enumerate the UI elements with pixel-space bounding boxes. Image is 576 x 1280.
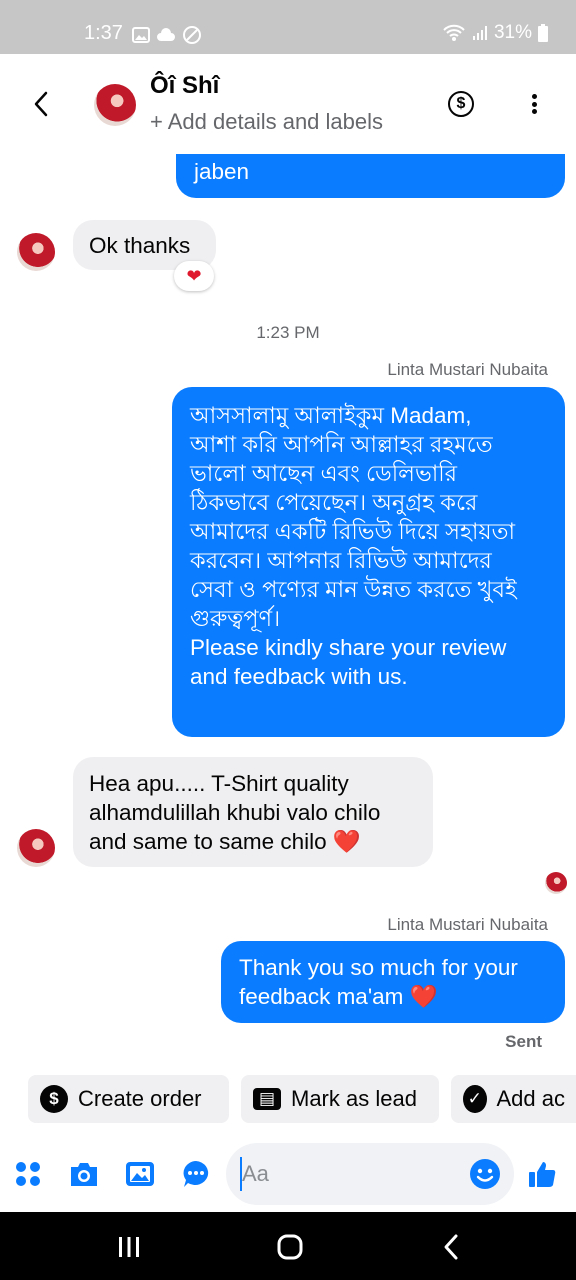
add-action-button[interactable]: ✓ Add ac (451, 1075, 576, 1123)
check-circle-icon: ✓ (463, 1085, 487, 1113)
dollar-icon: $ (456, 95, 466, 112)
recent-apps-icon (119, 1237, 139, 1257)
sender-name: Linta Mustari Nubaita (387, 915, 548, 934)
text-caret (240, 1157, 242, 1191)
gallery-notification-icon (132, 27, 150, 43)
wifi-icon (443, 24, 465, 41)
contact-avatar-small[interactable] (17, 829, 55, 867)
contact-avatar-small[interactable] (17, 233, 55, 271)
contact-name[interactable]: Ôî Shî (150, 72, 219, 100)
heart-reaction[interactable]: ❤ (174, 261, 214, 291)
notification-icons (132, 25, 202, 45)
payment-button[interactable]: $ (448, 91, 474, 117)
message-line: সেবা ও পণ্যের মান উন্নত করতে খুবই (190, 577, 517, 602)
status-time: 1:37 (84, 22, 123, 44)
message-line: feedback ma'am ❤️ (239, 984, 438, 1009)
message-line: ঠিকভাবে পেয়েছেন। অনুগ্রহ করে (190, 490, 478, 515)
create-order-button[interactable]: $ Create order (28, 1075, 229, 1123)
system-navigation-bar (0, 1212, 576, 1280)
chip-label: Mark as lead (291, 1086, 417, 1111)
message-line: Thank you so much for your (239, 955, 518, 980)
more-dot-icon (531, 101, 537, 107)
sender-name: Linta Mustari Nubaita (387, 360, 548, 379)
message-text: Ok thanks (89, 233, 191, 258)
message-list[interactable]: jaben Ok thanks ❤ 1:23 PM Linta Mustari … (0, 154, 576, 1060)
camera-icon (71, 1163, 97, 1186)
gallery-button[interactable] (124, 1158, 156, 1190)
smiley-icon (476, 1168, 494, 1182)
mark-as-lead-button[interactable]: ▤ Mark as lead (241, 1075, 439, 1123)
chat-bubble-dots-icon (183, 1161, 209, 1187)
message-line: করবেন। আপনার রিভিউ আমাদের (190, 548, 492, 573)
message-line: গুরুত্বপূর্ণ। (190, 606, 281, 631)
message-line: and same to same chilo ❤️ (89, 829, 361, 854)
heart-icon: ❤ (186, 265, 202, 286)
message-line: Please kindly share your review (190, 635, 507, 660)
read-receipt-avatar (545, 872, 567, 894)
timestamp: 1:23 PM (256, 323, 320, 342)
camera-button[interactable] (68, 1158, 100, 1190)
message-line: আমাদের একটি রিভিউ দিয়ে সহায়তা (190, 519, 516, 544)
outgoing-message[interactable]: আসসালামু আলাইকুম Madam, আশা করি আপনি আল্… (172, 387, 565, 737)
message-input[interactable] (242, 1143, 462, 1205)
battery-icon (538, 24, 548, 42)
chip-label: Add ac (496, 1086, 566, 1111)
heart-emoji-icon: ❤️ (332, 829, 361, 854)
contact-card-icon: ▤ (253, 1088, 281, 1110)
composer (0, 1140, 576, 1212)
message-input-container[interactable] (226, 1143, 514, 1205)
dollar-circle-icon: $ (40, 1085, 68, 1113)
home-icon (277, 1234, 303, 1260)
sent-status: Sent (505, 1032, 542, 1051)
menu-grid-button[interactable] (12, 1158, 44, 1190)
cloud-icon (157, 28, 175, 41)
back-nav-icon (444, 1234, 458, 1260)
outgoing-message[interactable]: Thank you so much for your feedback ma'a… (221, 941, 565, 1023)
image-icon (126, 1162, 154, 1186)
message-line: alhamdulillah khubi valo chilo (89, 800, 381, 825)
conversation-header: Ôî Shî + Add details and labels $ (0, 54, 576, 154)
outgoing-message[interactable]: jaben (176, 154, 565, 198)
back-nav-button[interactable] (436, 1232, 466, 1262)
like-button[interactable] (526, 1158, 558, 1190)
incoming-message[interactable]: Hea apu..... T-Shirt quality alhamdulill… (73, 757, 433, 867)
system-icons: 31% (442, 22, 548, 44)
signal-icon (472, 26, 487, 40)
status-bar: 1:37 31% (0, 0, 576, 54)
sync-blocked-icon (183, 26, 201, 44)
chip-label: Create order (78, 1086, 202, 1111)
message-text: jaben (194, 159, 250, 184)
back-button[interactable] (26, 88, 56, 120)
quick-actions-bar[interactable]: $ Create order ▤ Mark as lead ✓ Add ac (28, 1075, 576, 1123)
chevron-left-icon (34, 91, 48, 117)
message-line: and feedback with us. (190, 664, 408, 689)
add-details-link[interactable]: + Add details and labels (150, 109, 383, 135)
home-button[interactable] (275, 1232, 305, 1262)
battery-percentage: 31% (493, 22, 532, 43)
message-line: আসসালামু আলাইকুম Madam, (190, 403, 472, 428)
message-line: আশা করি আপনি আল্লাহর রহমতে (190, 432, 493, 457)
grid-dots-icon (16, 1162, 40, 1186)
more-options-button[interactable] (524, 90, 544, 118)
contact-avatar[interactable] (94, 84, 136, 126)
thumbs-up-icon (529, 1162, 556, 1187)
more-dot-icon (531, 109, 537, 114)
heart-emoji-icon: ❤️ (409, 984, 438, 1009)
more-dot-icon (531, 94, 537, 99)
message-line: Hea apu..... T-Shirt quality (89, 771, 349, 796)
message-line: ভালো আছেন এবং ডেলিভারি (190, 461, 458, 486)
emoji-button[interactable] (470, 1159, 500, 1189)
recent-apps-button[interactable] (114, 1232, 144, 1262)
apps-button[interactable] (180, 1158, 212, 1190)
